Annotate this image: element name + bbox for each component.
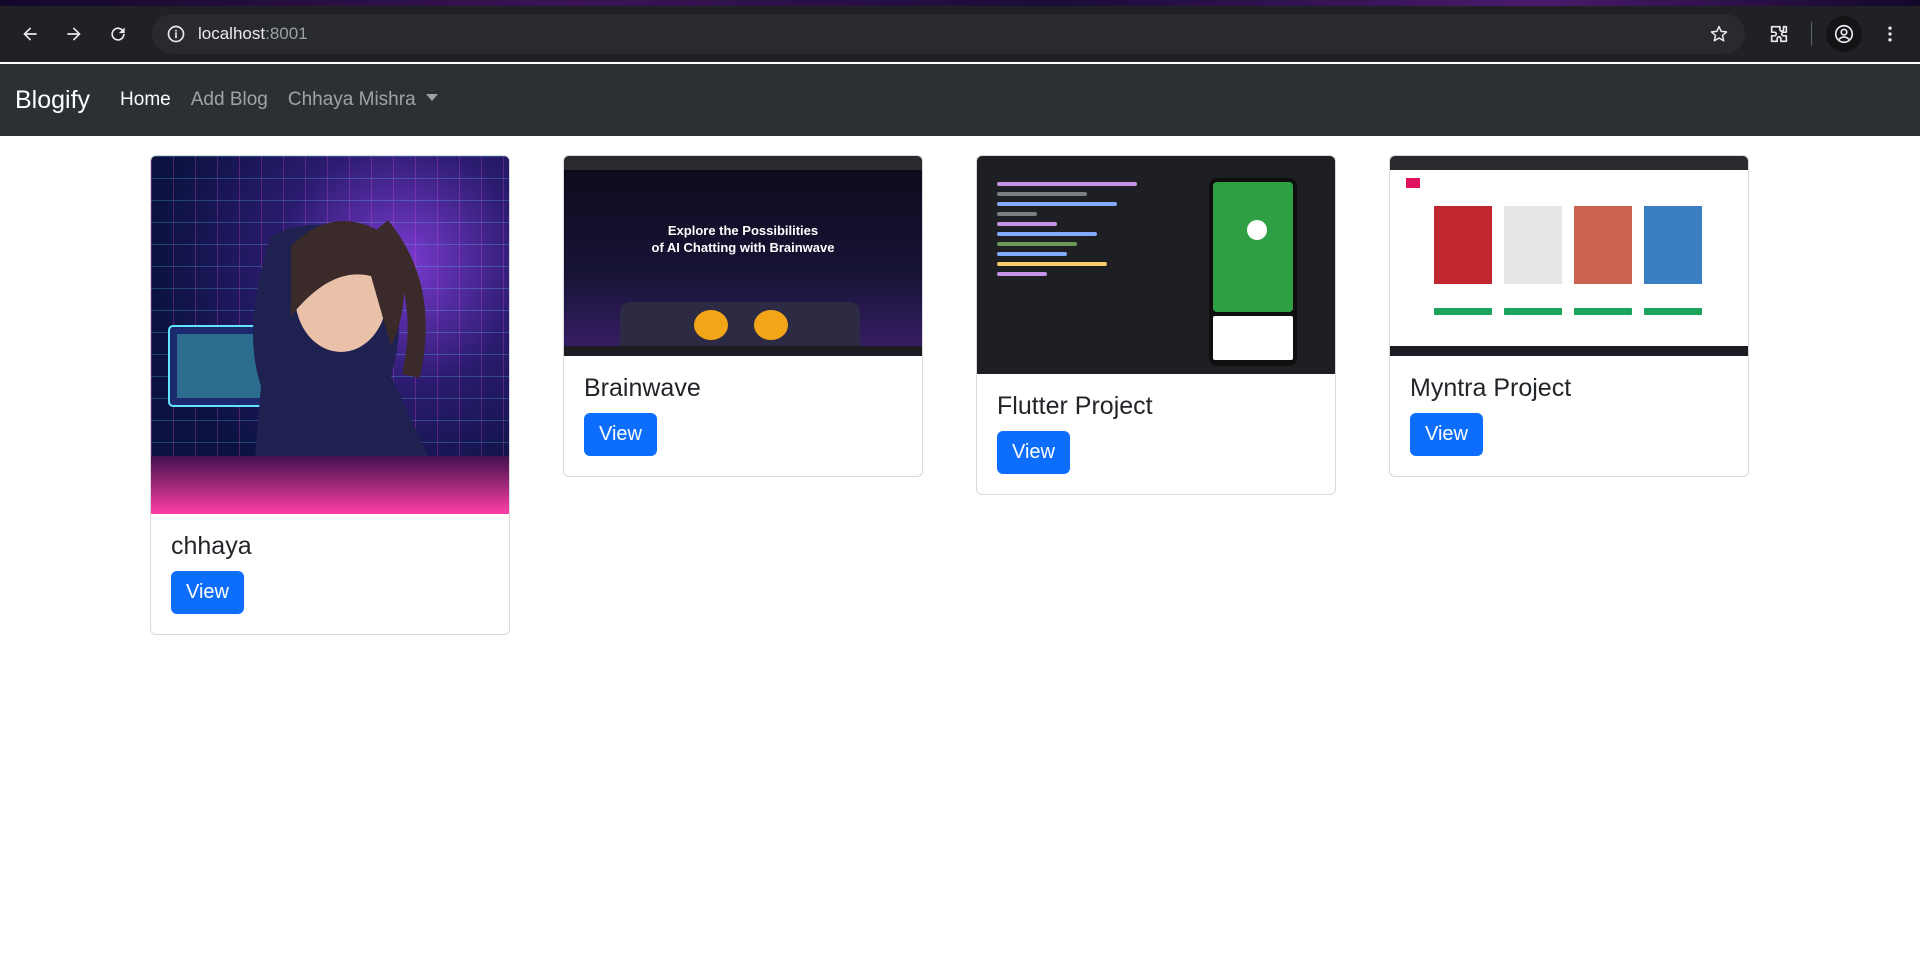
user-menu-label: Chhaya Mishra <box>287 89 416 110</box>
user-menu-dropdown[interactable]: Chhaya Mishra <box>288 89 438 111</box>
nav-add-blog-link[interactable]: Add Blog <box>191 89 268 111</box>
screenshot-code <box>997 176 1147 282</box>
screenshot-headline-line: of AI Chatting with Brainwave <box>651 240 835 255</box>
bookmark-star-icon[interactable] <box>1705 20 1733 48</box>
view-button[interactable]: View <box>584 413 657 456</box>
blog-card-grid: chhaya View Explore the Possibilities of… <box>150 155 1749 635</box>
blog-card: Explore the Possibilities of AI Chatting… <box>563 155 923 477</box>
reload-icon <box>111 27 125 41</box>
app-navbar: Blogify Home Add Blog Chhaya Mishra <box>0 64 1920 136</box>
payment-details <box>1213 316 1293 360</box>
reload-button[interactable] <box>98 14 138 54</box>
screenshot-headline: Explore the Possibilities of AI Chatting… <box>564 222 922 256</box>
blog-card-body: Myntra Project View <box>1390 356 1748 476</box>
screenshot-taskbar <box>564 346 922 356</box>
profile-button[interactable] <box>1824 14 1864 54</box>
blog-card-body: Flutter Project View <box>977 374 1335 494</box>
site-info-icon[interactable] <box>164 22 188 46</box>
back-button[interactable] <box>10 14 50 54</box>
blog-card-image <box>977 156 1335 374</box>
product-thumb <box>1644 206 1702 284</box>
add-to-bag-tag <box>1434 308 1492 315</box>
add-to-bag-tag <box>1574 308 1632 315</box>
product-thumb <box>1434 206 1492 284</box>
product-thumb <box>1504 206 1562 284</box>
browser-toolbar: localhost:8001 <box>0 6 1920 62</box>
blog-card-title: Flutter Project <box>997 392 1153 420</box>
profile-avatar-icon <box>1826 16 1862 52</box>
check-icon <box>1247 220 1267 240</box>
url-port: :8001 <box>265 24 308 43</box>
caret-down-icon <box>425 94 438 102</box>
screenshot-browser-bar <box>1390 156 1748 170</box>
blog-card-image <box>151 156 509 514</box>
screenshot-phone <box>1209 178 1297 366</box>
payment-success-screen <box>1213 182 1293 312</box>
blog-card: Myntra Project View <box>1389 155 1749 477</box>
forward-button[interactable] <box>54 14 94 54</box>
robot-eye <box>754 310 788 340</box>
screenshot-headline-line: Explore the Possibilities <box>667 223 819 238</box>
url-host: localhost <box>198 24 266 43</box>
blog-card-title: chhaya <box>171 532 252 560</box>
blog-card-title: Brainwave <box>584 374 701 402</box>
blog-card-image: Explore the Possibilities of AI Chatting… <box>564 156 922 356</box>
blog-card-body: Brainwave View <box>564 356 922 476</box>
view-button[interactable]: View <box>997 431 1070 474</box>
brand-link[interactable]: Blogify <box>15 86 90 115</box>
product-thumb <box>1574 206 1632 284</box>
blog-card-image <box>1390 156 1748 356</box>
chrome-menu-icon[interactable] <box>1870 14 1910 54</box>
image-glow <box>151 454 509 514</box>
screenshot-taskbar <box>1390 346 1748 356</box>
blog-card-title: Myntra Project <box>1410 374 1572 402</box>
url-text[interactable]: localhost:8001 <box>198 24 1705 44</box>
add-to-bag-tag <box>1504 308 1562 315</box>
nav-home-link[interactable]: Home <box>120 89 171 111</box>
address-bar[interactable]: localhost:8001 <box>152 14 1745 54</box>
view-button[interactable]: View <box>171 571 244 614</box>
blog-card-body: chhaya View <box>151 514 509 634</box>
screenshot-logo <box>1406 178 1420 188</box>
toolbar-divider <box>1811 22 1812 46</box>
robot-eye <box>694 310 728 340</box>
extensions-icon[interactable] <box>1759 14 1799 54</box>
nav-links: Home Add Blog Chhaya Mishra <box>120 89 438 111</box>
screenshot-browser-bar <box>564 156 922 170</box>
arrow-right-icon <box>67 27 81 41</box>
view-button[interactable]: View <box>1410 413 1483 456</box>
screenshot-robot <box>620 302 860 346</box>
blog-card: Flutter Project View <box>976 155 1336 495</box>
add-to-bag-tag <box>1644 308 1702 315</box>
blog-card: chhaya View <box>150 155 510 635</box>
arrow-left-icon <box>23 27 37 41</box>
